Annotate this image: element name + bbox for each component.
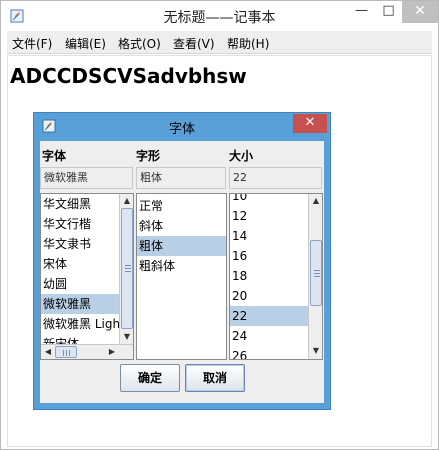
menu-edit[interactable]: 编辑(E) bbox=[65, 35, 106, 52]
size-column-header: 大小 bbox=[229, 149, 254, 163]
size-list-item[interactable]: 26 bbox=[230, 346, 308, 359]
menu-view[interactable]: 查看(V) bbox=[173, 35, 215, 52]
scrollbar-thumb[interactable] bbox=[121, 208, 133, 329]
style-column-header: 字形 bbox=[136, 149, 161, 163]
style-list-item[interactable]: 正常 bbox=[137, 196, 226, 216]
size-list-item[interactable]: 14 bbox=[230, 226, 308, 246]
font-name-field[interactable]: 微软雅黑 bbox=[40, 167, 133, 189]
scrollbar-thumb[interactable] bbox=[310, 240, 322, 306]
menu-file[interactable]: 文件(F) bbox=[12, 35, 52, 52]
title-bar[interactable]: 无标题——记事本 — □ ✕ bbox=[1, 1, 438, 31]
font-family-list[interactable]: 华文细黑华文行楷华文隶书宋体幼圆微软雅黑微软雅黑 Light新宋体 ▲ ▼ ◀ … bbox=[40, 193, 134, 360]
dialog-title-bar[interactable]: 字体 ✕ bbox=[34, 113, 330, 139]
font-list-item[interactable]: 微软雅黑 Light bbox=[41, 314, 119, 334]
size-list-item[interactable]: 24 bbox=[230, 326, 308, 346]
font-list-scrollbar[interactable]: ▲ ▼ bbox=[119, 194, 133, 344]
minimize-button[interactable]: — bbox=[348, 1, 375, 23]
grip-line bbox=[125, 268, 131, 269]
font-list-item[interactable]: 微软雅黑 bbox=[41, 294, 119, 314]
menu-format[interactable]: 格式(O) bbox=[118, 35, 161, 52]
font-size-field[interactable]: 22 bbox=[229, 167, 322, 189]
size-list-scrollbar[interactable]: ▲ ▼ bbox=[308, 194, 322, 359]
font-list-item[interactable]: 华文细黑 bbox=[41, 194, 119, 214]
font-style-field[interactable]: 粗体 bbox=[136, 167, 226, 189]
dialog-close-button[interactable]: ✕ bbox=[293, 114, 327, 133]
scrollbar-thumb[interactable] bbox=[55, 346, 77, 358]
grip-line bbox=[125, 271, 131, 272]
grip-line bbox=[66, 350, 67, 356]
close-button[interactable]: ✕ bbox=[402, 1, 438, 23]
font-list-item[interactable]: 宋体 bbox=[41, 254, 119, 274]
size-list-item[interactable]: 12 bbox=[230, 206, 308, 226]
maximize-button[interactable]: □ bbox=[375, 1, 402, 23]
grip-line bbox=[69, 350, 70, 356]
font-list-hscrollbar[interactable]: ◀ ▶ bbox=[41, 344, 133, 359]
scroll-down-icon[interactable]: ▼ bbox=[309, 344, 322, 358]
font-style-list[interactable]: 正常 斜体 粗体 粗斜体 bbox=[136, 193, 227, 360]
grip-line bbox=[63, 350, 64, 356]
size-list-item[interactable]: 20 bbox=[230, 286, 308, 306]
scroll-up-icon[interactable]: ▲ bbox=[309, 194, 322, 208]
font-size-list[interactable]: 10 12 14 16 18 20 22 24 26 ▲ ▼ bbox=[229, 193, 323, 360]
font-dialog: 字体 ✕ 字体 字形 大小 微软雅黑 粗体 22 华文细黑 华文行楷 华文隶书 宋体幼… bbox=[33, 112, 331, 410]
scroll-up-icon[interactable]: ▲ bbox=[120, 194, 133, 208]
style-list-item[interactable]: 斜体 bbox=[137, 216, 226, 236]
dialog-body: 字体 字形 大小 微软雅黑 粗体 22 华文细黑 华文行楷 华文隶书 宋体 幼圆 微软雅黑… bbox=[40, 141, 324, 403]
dialog-title: 字体 bbox=[168, 122, 195, 137]
font-list-item[interactable]: 幼圆 bbox=[41, 274, 119, 294]
size-list-item[interactable]: 10 bbox=[230, 194, 308, 206]
menu-help[interactable]: 帮助(H) bbox=[227, 35, 269, 52]
grip-line bbox=[314, 270, 320, 271]
cancel-button[interactable]: 取消 bbox=[185, 364, 245, 392]
size-list-item[interactable]: 18 bbox=[230, 266, 308, 286]
font-column-header: 字体 bbox=[42, 149, 67, 163]
font-list-item[interactable]: 华文隶书 bbox=[41, 234, 119, 254]
style-list-item[interactable]: 粗斜体 bbox=[137, 256, 226, 276]
grip-line bbox=[314, 273, 320, 274]
scroll-right-icon[interactable]: ▶ bbox=[105, 345, 119, 359]
scroll-down-icon[interactable]: ▼ bbox=[120, 330, 133, 344]
ok-button[interactable]: 确定 bbox=[120, 364, 180, 392]
style-list-item[interactable]: 粗体 bbox=[137, 236, 226, 256]
scroll-left-icon[interactable]: ◀ bbox=[41, 345, 55, 359]
grip-line bbox=[125, 265, 131, 266]
editor-content: ADCCDSCVSadvbhsw bbox=[10, 64, 247, 88]
menu-bar: 文件(F) 编辑(E) 格式(O) 查看(V) 帮助(H) bbox=[7, 31, 432, 54]
grip-line bbox=[314, 276, 320, 277]
size-list-item[interactable]: 16 bbox=[230, 246, 308, 266]
font-list-item[interactable]: 华文行楷 bbox=[41, 214, 119, 234]
size-list-item[interactable]: 22 bbox=[230, 306, 308, 326]
